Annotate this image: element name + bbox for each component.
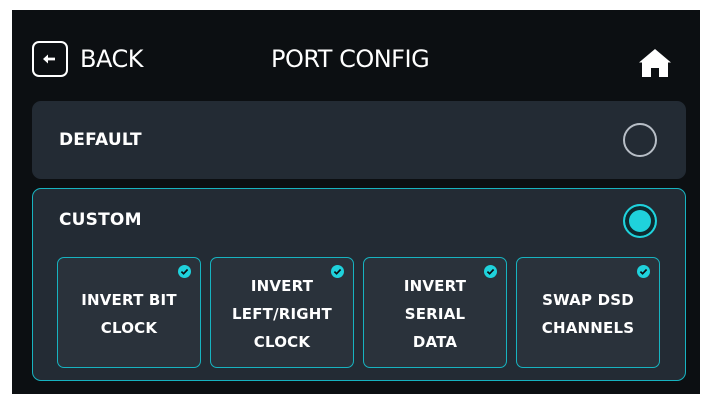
check-icon: [178, 265, 191, 278]
toggle-swap-dsd-channels[interactable]: SWAP DSD CHANNELS: [516, 257, 660, 368]
home-icon[interactable]: [638, 48, 672, 78]
custom-radio[interactable]: [623, 204, 657, 238]
option-custom-label: CUSTOM: [59, 210, 142, 230]
arrow-left-icon: [43, 54, 55, 64]
page-title: PORT CONFIG: [271, 45, 430, 73]
check-icon: [484, 265, 497, 278]
option-default-label: DEFAULT: [59, 130, 142, 150]
back-button[interactable]: [32, 41, 68, 77]
toggle-invert-left-right-clock[interactable]: INVERT LEFT/RIGHT CLOCK: [210, 257, 354, 368]
toggle-label: INVERT LEFT/RIGHT CLOCK: [232, 276, 332, 351]
toggle-invert-serial-data[interactable]: INVERT SERIAL DATA: [363, 257, 507, 368]
toggle-label: INVERT SERIAL DATA: [403, 276, 467, 351]
check-icon: [331, 265, 344, 278]
check-icon: [637, 265, 650, 278]
option-custom[interactable]: CUSTOM INVERT BIT CLOCK INVERT LEFT/RIGH…: [32, 188, 686, 381]
toggle-label: SWAP DSD CHANNELS: [541, 290, 635, 337]
toggle-invert-bit-clock[interactable]: INVERT BIT CLOCK: [57, 257, 201, 368]
toggle-label: INVERT BIT CLOCK: [81, 290, 177, 337]
custom-toggles: INVERT BIT CLOCK INVERT LEFT/RIGHT CLOCK…: [57, 257, 662, 368]
screen: BACK PORT CONFIG DEFAULT CUSTOM INVERT B…: [12, 10, 700, 394]
option-default[interactable]: DEFAULT: [32, 101, 686, 179]
default-radio[interactable]: [623, 123, 657, 157]
back-label[interactable]: BACK: [80, 43, 143, 75]
